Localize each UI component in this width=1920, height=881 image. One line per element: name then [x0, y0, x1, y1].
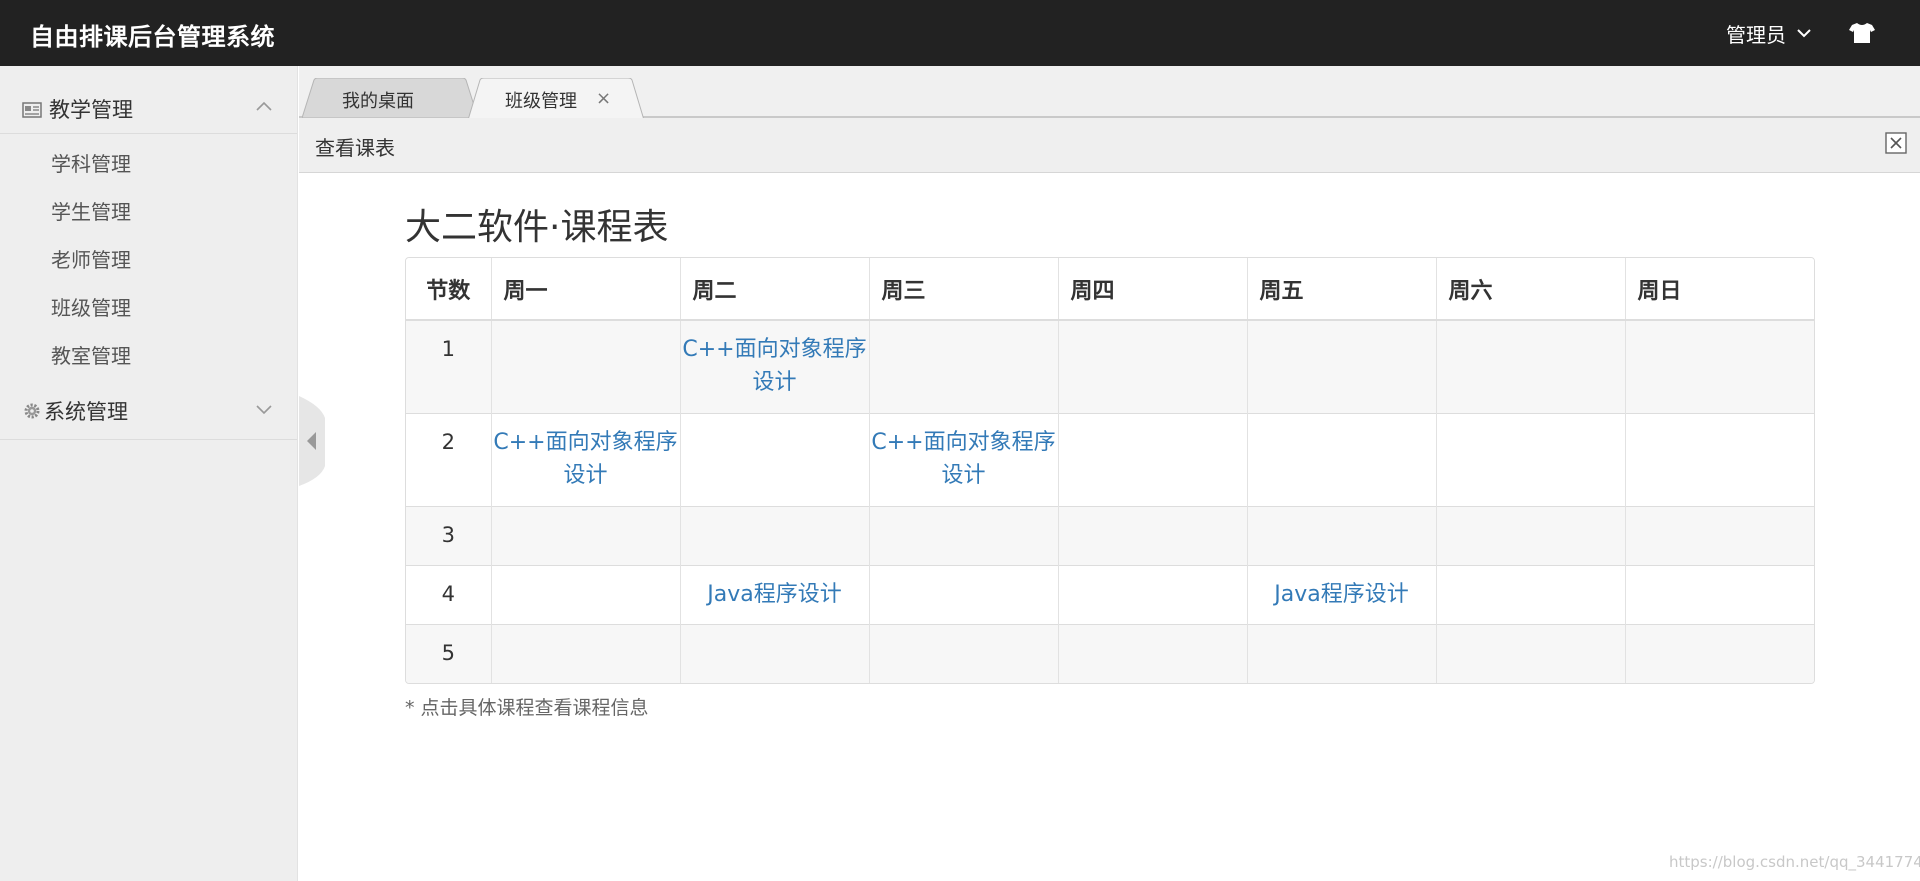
chevron-up-icon — [256, 101, 272, 111]
schedule-cell — [1436, 319, 1626, 413]
tshirt-icon[interactable] — [1849, 22, 1875, 44]
tab-desktop[interactable]: 我的桌面 — [302, 78, 478, 118]
tab-class-management[interactable]: 班级管理 × — [468, 78, 644, 120]
column-header: 周一 — [491, 258, 681, 321]
schedule-table: 节数 周一 周二 周三 周四 周五 周六 周日 1 C++面向对象程序设计 2 C++… — [405, 257, 1815, 684]
schedule-cell — [680, 412, 870, 506]
close-icon[interactable] — [1885, 132, 1907, 154]
table-row: 5 — [406, 623, 1814, 683]
sidebar-group-teaching[interactable]: 教学管理 — [0, 66, 297, 134]
table-row: 1 C++面向对象程序设计 — [406, 319, 1814, 413]
column-header: 周二 — [680, 258, 870, 321]
period-number: 2 — [406, 412, 492, 506]
top-bar: 自由排课后台管理系统 管理员 — [0, 0, 1920, 66]
schedule-cell — [1247, 505, 1437, 565]
table-header-row: 节数 周一 周二 周三 周四 周五 周六 周日 — [406, 258, 1814, 321]
sidebar-group-label: 教学管理 — [49, 98, 133, 122]
schedule-cell — [1058, 623, 1248, 683]
schedule-cell — [491, 505, 681, 565]
user-menu[interactable]: 管理员 — [1726, 18, 1812, 48]
course-link[interactable]: Java程序设计 — [707, 582, 841, 607]
sidebar: 教学管理 学科管理 学生管理 老师管理 班级管理 教室管理 系统管理 — [0, 66, 298, 881]
sidebar-subitems: 学科管理 学生管理 老师管理 班级管理 教室管理 — [0, 134, 297, 380]
schedule-cell — [1625, 412, 1814, 506]
close-icon[interactable]: × — [596, 88, 611, 109]
schedule-cell — [1247, 319, 1437, 413]
tab-label: 我的桌面 — [342, 91, 414, 112]
panel-header: 查看课表 — [299, 118, 1920, 173]
course-link[interactable]: C++面向对象程序设计 — [682, 337, 866, 395]
tab-bar: 我的桌面 班级管理 × — [299, 66, 1920, 120]
schedule-cell — [1058, 412, 1248, 506]
watermark: https://blog.csdn.net/qq_34417749 — [1669, 853, 1920, 871]
schedule-cell — [1436, 564, 1626, 624]
course-link[interactable]: C++面向对象程序设计 — [493, 430, 677, 488]
sidebar-item-classroom[interactable]: 教室管理 — [0, 332, 297, 380]
sidebar-group-system[interactable]: 系统管理 — [0, 380, 297, 440]
period-number: 5 — [406, 623, 492, 683]
schedule-cell — [1058, 319, 1248, 413]
schedule-cell — [1436, 505, 1626, 565]
image-card-icon — [22, 102, 42, 118]
sidebar-item-teacher[interactable]: 老师管理 — [0, 236, 297, 284]
schedule-cell — [869, 319, 1059, 413]
chevron-down-icon — [256, 405, 272, 415]
schedule-cell — [680, 505, 870, 565]
user-name: 管理员 — [1726, 22, 1786, 47]
column-header: 周五 — [1247, 258, 1437, 321]
schedule-cell: Java程序设计 — [1247, 564, 1437, 624]
course-link[interactable]: Java程序设计 — [1274, 582, 1408, 607]
schedule-cell — [1058, 564, 1248, 624]
schedule-cell — [1625, 505, 1814, 565]
column-header: 周四 — [1058, 258, 1248, 321]
period-number: 4 — [406, 564, 492, 624]
schedule-cell — [1625, 319, 1814, 413]
sidebar-item-class[interactable]: 班级管理 — [0, 284, 297, 332]
schedule-cell: Java程序设计 — [680, 564, 870, 624]
gear-icon — [24, 403, 40, 419]
panel-title: 查看课表 — [315, 136, 395, 160]
app-title: 自由排课后台管理系统 — [30, 23, 275, 51]
period-number: 3 — [406, 505, 492, 565]
schedule-cell — [1625, 623, 1814, 683]
schedule-cell — [1247, 412, 1437, 506]
schedule-note: * 点击具体课程查看课程信息 — [405, 697, 649, 719]
tab-label: 班级管理 — [505, 91, 577, 112]
schedule-cell — [1247, 623, 1437, 683]
table-row: 2 C++面向对象程序设计 C++面向对象程序设计 — [406, 412, 1814, 506]
sidebar-item-student[interactable]: 学生管理 — [0, 188, 297, 236]
schedule-cell — [1625, 564, 1814, 624]
schedule-cell — [491, 319, 681, 413]
table-row: 4 Java程序设计 Java程序设计 — [406, 564, 1814, 624]
schedule-cell — [1436, 623, 1626, 683]
chevron-down-icon — [1797, 29, 1811, 38]
schedule-cell — [1058, 505, 1248, 565]
column-header: 周六 — [1436, 258, 1626, 321]
sidebar-group-label: 系统管理 — [44, 400, 128, 424]
schedule-cell — [869, 505, 1059, 565]
schedule-cell: C++面向对象程序设计 — [869, 412, 1059, 506]
table-row: 3 — [406, 505, 1814, 565]
column-header: 周三 — [869, 258, 1059, 321]
schedule-cell — [1436, 412, 1626, 506]
sidebar-item-subject[interactable]: 学科管理 — [0, 140, 297, 188]
schedule-cell — [491, 623, 681, 683]
schedule-cell — [869, 564, 1059, 624]
period-number: 1 — [406, 319, 492, 413]
schedule-cell: C++面向对象程序设计 — [491, 412, 681, 506]
schedule-cell — [869, 623, 1059, 683]
schedule-title: 大二软件·课程表 — [405, 207, 669, 248]
schedule-cell — [491, 564, 681, 624]
course-link[interactable]: C++面向对象程序设计 — [871, 430, 1055, 488]
schedule-cell — [680, 623, 870, 683]
column-header: 周日 — [1625, 258, 1814, 321]
schedule-cell: C++面向对象程序设计 — [680, 319, 870, 413]
column-header: 节数 — [406, 258, 492, 321]
sidebar-collapse-handle[interactable] — [299, 396, 327, 486]
